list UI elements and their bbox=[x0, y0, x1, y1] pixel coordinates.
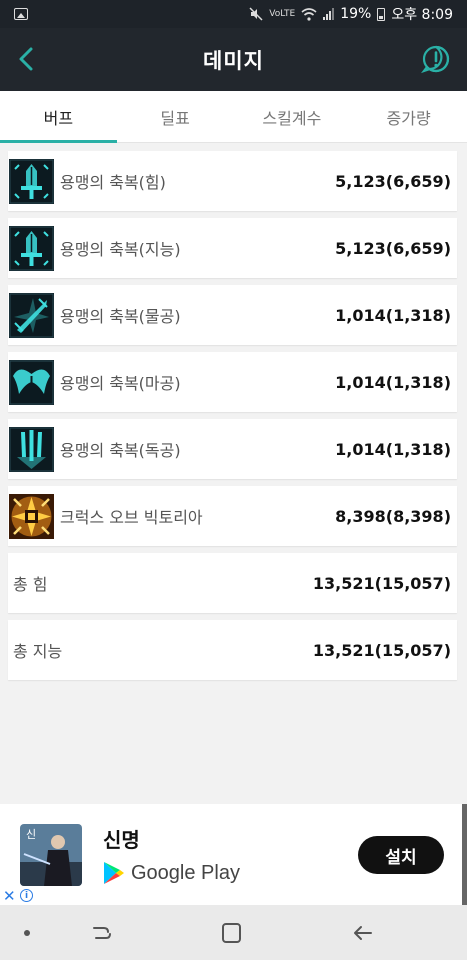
ad-scrollbar bbox=[462, 804, 467, 905]
cross-emblem-icon bbox=[9, 493, 54, 539]
image-notification-icon bbox=[14, 8, 28, 20]
tab-bar: 버프 딜표 스킬계수 증가량 bbox=[0, 91, 467, 143]
buff-value: 1,014(1,318) bbox=[335, 372, 451, 392]
buff-value: 8,398(8,398) bbox=[335, 506, 451, 526]
list-item[interactable]: 용맹의 축복(지능) 5,123(6,659) bbox=[8, 218, 457, 278]
total-name: 총 힘 bbox=[13, 575, 48, 594]
crossed-blade-icon bbox=[9, 292, 54, 338]
buff-name: 용맹의 축복(힘) bbox=[60, 173, 166, 192]
clock: 오후 8:09 bbox=[391, 7, 453, 23]
ad-close-icon[interactable]: ✕ bbox=[3, 887, 16, 905]
ad-app-name: 신명 bbox=[103, 828, 140, 852]
list-item[interactable]: 용맹의 축복(마공) 1,014(1,318) bbox=[8, 352, 457, 412]
total-row: 총 지능 13,521(15,057) bbox=[8, 620, 457, 680]
home-icon[interactable] bbox=[218, 919, 246, 947]
signal-icon bbox=[323, 8, 335, 20]
tab-increase[interactable]: 증가량 bbox=[350, 91, 467, 142]
system-nav-bar bbox=[0, 905, 467, 960]
ad-info-icon[interactable]: i bbox=[20, 889, 33, 902]
battery-icon bbox=[377, 7, 386, 21]
list-item[interactable]: 용맹의 축복(물공) 1,014(1,318) bbox=[8, 285, 457, 345]
back-arrow-icon[interactable] bbox=[12, 44, 42, 74]
total-value: 13,521(15,057) bbox=[312, 640, 451, 660]
store-name: Google Play bbox=[131, 861, 240, 884]
buff-name: 용맹의 축복(지능) bbox=[60, 240, 181, 259]
buff-name: 용맹의 축복(독공) bbox=[60, 441, 181, 460]
svg-text:신: 신 bbox=[26, 828, 36, 841]
buff-value: 5,123(6,659) bbox=[335, 171, 451, 191]
buff-name: 크럭스 오브 빅토리아 bbox=[60, 508, 203, 527]
list-item[interactable]: 용맹의 축복(독공) 1,014(1,318) bbox=[8, 419, 457, 479]
total-value: 13,521(15,057) bbox=[312, 573, 451, 593]
status-bar: VoLTE 19% 오후 8:09 bbox=[0, 0, 467, 28]
nav-dot-icon bbox=[24, 930, 30, 936]
buff-list: 용맹의 축복(힘) 5,123(6,659) 용맹의 축복(지능) 5,123(… bbox=[8, 151, 457, 687]
buff-value: 5,123(6,659) bbox=[335, 238, 451, 258]
tab-skill-coefficient[interactable]: 스킬계수 bbox=[234, 91, 351, 142]
ad-banner[interactable]: 신 신명 Google Play 설치 ✕ i bbox=[0, 804, 467, 905]
mute-icon bbox=[249, 7, 263, 21]
page-title: 데미지 bbox=[203, 48, 264, 73]
wings-icon bbox=[9, 359, 54, 405]
app-bar: 데미지 bbox=[0, 28, 467, 91]
sword-icon bbox=[9, 225, 54, 271]
alert-circle-icon[interactable] bbox=[421, 44, 451, 74]
buff-value: 1,014(1,318) bbox=[335, 305, 451, 325]
claw-icon bbox=[9, 426, 54, 472]
sword-icon bbox=[9, 158, 54, 204]
total-name: 총 지능 bbox=[13, 642, 63, 661]
tab-buff[interactable]: 버프 bbox=[0, 91, 117, 143]
list-item[interactable]: 크럭스 오브 빅토리아 8,398(8,398) bbox=[8, 486, 457, 546]
battery-percent: 19% bbox=[340, 6, 372, 22]
ad-app-thumbnail[interactable]: 신 bbox=[20, 824, 82, 886]
tab-deal-table[interactable]: 딜표 bbox=[117, 91, 234, 142]
buff-name: 용맹의 축복(물공) bbox=[60, 307, 181, 326]
volte-indicator: VoLTE bbox=[269, 9, 296, 19]
list-item[interactable]: 용맹의 축복(힘) 5,123(6,659) bbox=[8, 151, 457, 211]
buff-value: 1,014(1,318) bbox=[335, 439, 451, 459]
total-row: 총 힘 13,521(15,057) bbox=[8, 553, 457, 613]
install-button[interactable]: 설치 bbox=[358, 836, 444, 874]
recent-apps-icon[interactable] bbox=[88, 919, 116, 947]
wifi-icon bbox=[301, 7, 317, 21]
google-play-icon bbox=[104, 862, 124, 884]
google-play-badge: Google Play bbox=[103, 861, 240, 885]
back-icon[interactable] bbox=[349, 919, 377, 947]
buff-name: 용맹의 축복(마공) bbox=[60, 374, 181, 393]
